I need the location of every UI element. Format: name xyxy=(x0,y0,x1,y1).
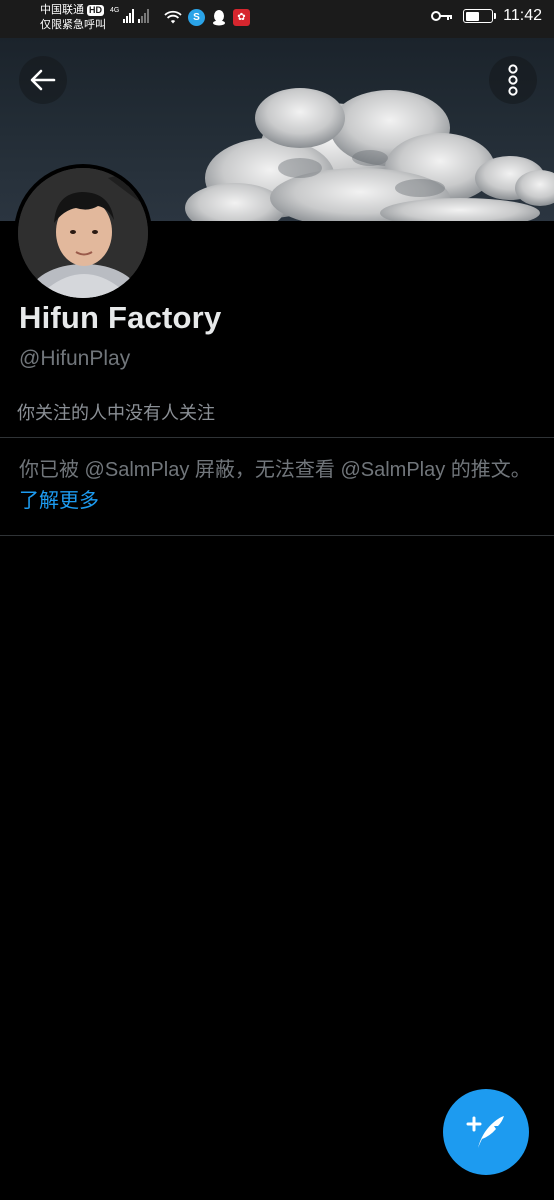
status-right: 11:42 xyxy=(431,7,542,25)
display-name: Hifun Factory xyxy=(19,300,222,335)
avatar[interactable] xyxy=(14,164,152,302)
more-vertical-icon xyxy=(508,64,518,96)
compose-tweet-icon xyxy=(466,1116,504,1148)
more-options-button[interactable] xyxy=(489,56,537,104)
emergency-call-text: 仅限紧急呼叫 xyxy=(40,19,106,31)
signal-no-service-icon xyxy=(138,9,150,23)
blocked-message-text: 你已被 @SalmPlay 屏蔽，无法查看 @SalmPlay 的推文。 xyxy=(19,459,531,481)
arrow-left-icon xyxy=(30,69,56,91)
notification-icons: S ✿ xyxy=(164,9,250,26)
child-portrait-image xyxy=(18,168,148,298)
divider xyxy=(0,437,554,438)
divider xyxy=(0,535,554,536)
signal-indicators: 4G xyxy=(110,7,150,23)
shopping-app-icon: ✿ xyxy=(233,9,250,26)
qq-icon xyxy=(213,10,225,26)
browser-app-icon: S xyxy=(188,9,205,26)
back-button[interactable] xyxy=(19,56,67,104)
avatar-image xyxy=(18,168,148,298)
user-handle: @HifunPlay xyxy=(19,347,131,370)
compose-tweet-button[interactable] xyxy=(443,1089,529,1175)
battery-level xyxy=(465,11,480,21)
followers-you-know: 你关注的人中没有人关注 xyxy=(17,403,215,423)
key-icon xyxy=(431,11,453,21)
blocked-notice: 你已被 @SalmPlay 屏蔽，无法查看 @SalmPlay 的推文。了解更多 xyxy=(19,455,539,517)
status-bar: 中国联通 HD 仅限紧急呼叫 4G S ✿ 11:42 xyxy=(0,0,554,38)
learn-more-link[interactable]: 了解更多 xyxy=(19,490,99,512)
wifi-icon xyxy=(164,10,182,24)
hd-badge: HD xyxy=(87,5,104,16)
clock: 11:42 xyxy=(503,7,542,24)
battery-icon xyxy=(463,9,497,23)
carrier-name: 中国联通 xyxy=(40,4,84,16)
network-type: 4G xyxy=(110,7,120,14)
signal-icon xyxy=(123,9,135,23)
carrier-info: 中国联通 HD 仅限紧急呼叫 xyxy=(40,3,106,33)
